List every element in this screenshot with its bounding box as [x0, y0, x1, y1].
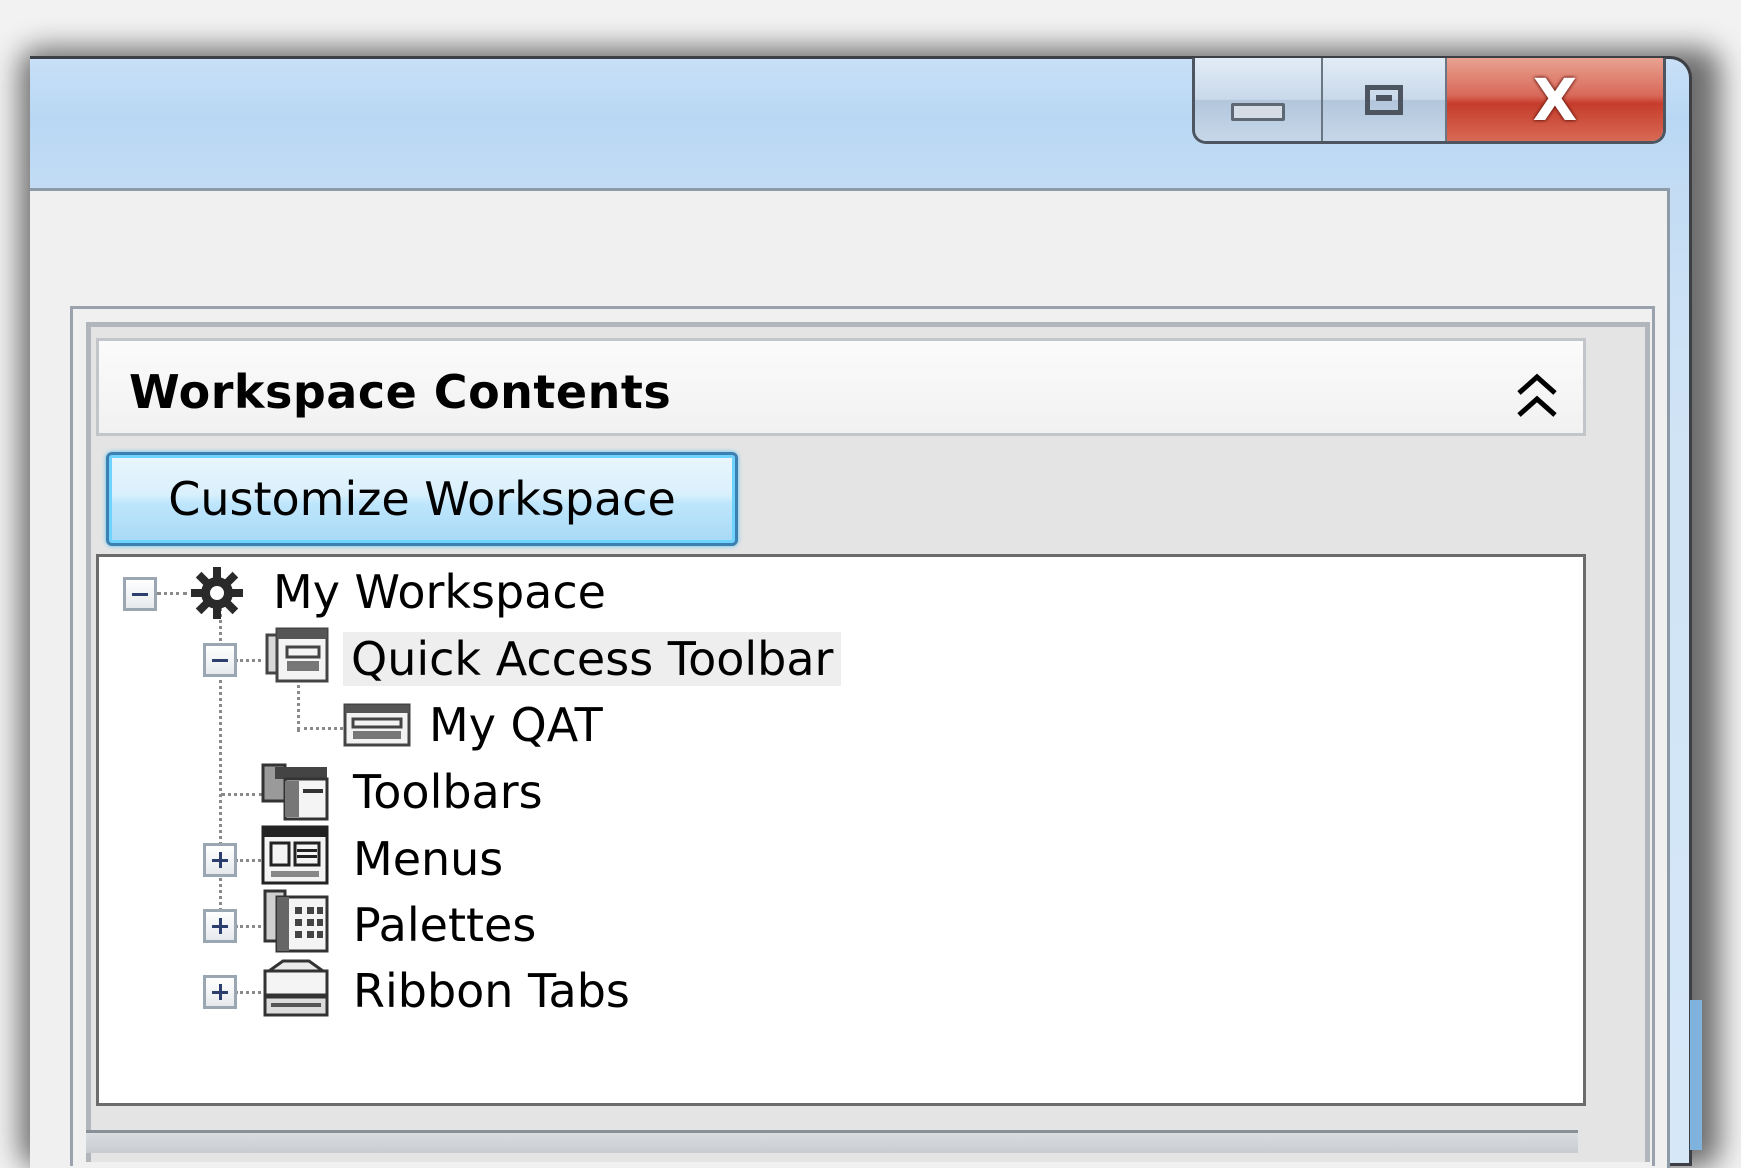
quick-access-toolbar-icon	[265, 627, 329, 683]
customize-workspace-button[interactable]: Customize Workspace	[106, 452, 738, 546]
close-icon: X	[1532, 65, 1578, 134]
maximize-icon	[1365, 84, 1403, 115]
workspace-tree[interactable]: My Workspace Quick Access Toolbar My QAT…	[96, 554, 1586, 1106]
collapse-toggle[interactable]	[123, 577, 157, 611]
gear-icon	[191, 567, 243, 619]
tree-item-label: Menus	[353, 832, 504, 886]
double-chevron-up-icon[interactable]	[1515, 371, 1559, 421]
ribbon-tabs-icon	[263, 959, 329, 1017]
menus-icon	[261, 825, 329, 885]
expand-toggle[interactable]	[203, 843, 237, 877]
expand-toggle[interactable]	[203, 975, 237, 1009]
tree-connector	[297, 727, 343, 730]
close-button[interactable]: X	[1447, 58, 1663, 141]
window-edge-accent	[1690, 1000, 1702, 1150]
panel-header: Workspace Contents	[96, 338, 1586, 436]
tree-item-toolbars[interactable]: Toolbars	[345, 757, 551, 827]
tree-connector	[157, 592, 187, 595]
tree-item-palettes[interactable]: Palettes	[345, 890, 544, 960]
tree-item-menus[interactable]: Menus	[345, 824, 511, 894]
tree-connector	[235, 991, 261, 994]
minimize-icon	[1231, 102, 1285, 121]
tree-item-label: Palettes	[353, 898, 537, 952]
tree-item-label: Quick Access Toolbar	[343, 632, 842, 686]
expand-toggle[interactable]	[203, 909, 237, 943]
tree-item-label: My QAT	[429, 698, 603, 752]
tree-connector	[235, 925, 261, 928]
tree-item-label: Toolbars	[353, 765, 543, 819]
collapse-toggle[interactable]	[203, 643, 237, 677]
tree-item-quick-access-toolbar[interactable]: Quick Access Toolbar	[343, 624, 842, 694]
tree-item-my-qat[interactable]: My QAT	[421, 690, 611, 760]
tree-item-label: My Workspace	[273, 565, 606, 619]
tree-item-ribbon-tabs[interactable]: Ribbon Tabs	[345, 956, 638, 1026]
minimize-button[interactable]	[1195, 58, 1323, 141]
palettes-icon	[263, 889, 329, 953]
toolbar-item-icon	[343, 703, 411, 747]
tree-item-my-workspace[interactable]: My Workspace	[265, 557, 614, 627]
caption-buttons: X	[1192, 58, 1666, 144]
tree-item-label: Ribbon Tabs	[353, 964, 630, 1018]
panel-splitter[interactable]	[86, 1130, 1578, 1153]
tree-connector	[221, 793, 263, 796]
panel-title: Workspace Contents	[129, 365, 672, 419]
tree-connector	[235, 659, 261, 662]
maximize-button[interactable]	[1323, 58, 1447, 141]
tree-connector	[235, 859, 261, 862]
toolbars-icon	[261, 763, 329, 821]
